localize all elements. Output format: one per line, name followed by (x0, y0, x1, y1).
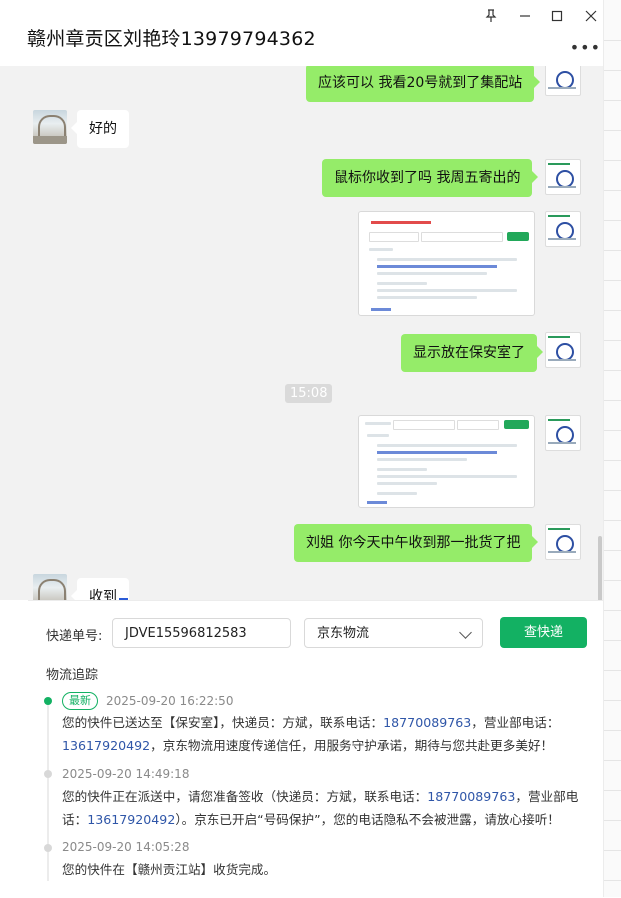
carrier-select-value: 京东物流 (317, 626, 370, 641)
minimize-icon[interactable] (514, 8, 536, 30)
section-title: 物流追踪 (46, 668, 99, 683)
chevron-down-icon (459, 626, 472, 639)
avatar[interactable] (33, 574, 67, 600)
message-bubble[interactable]: 收到 (71, 578, 129, 600)
message-list[interactable]: 应该可以 我看20号就到了集配站 好的 鼠标你收到了吗 我周五寄出的 显示放在保… (0, 66, 603, 600)
maximize-icon[interactable] (546, 8, 568, 30)
avatar[interactable] (545, 66, 581, 96)
close-icon[interactable] (580, 8, 602, 30)
avatar[interactable] (545, 159, 581, 195)
time-separator: 15:08 (285, 384, 333, 403)
event-text: 您的快件在【赣州贡江站】收货完成。 (62, 862, 277, 877)
avatar[interactable] (33, 110, 67, 144)
message-bubble[interactable]: 应该可以 我看20号就到了集配站 (306, 66, 541, 102)
timeline-line (47, 701, 49, 881)
carrier-select[interactable]: 京东物流 (304, 618, 483, 648)
timeline-dot (44, 844, 52, 852)
image-message[interactable] (358, 211, 535, 316)
event-text: 您的快件正在派送中，请您准备签收（快递员：方斌，联系电话：18770089763… (62, 789, 579, 827)
message-bubble[interactable]: 刘姐 你今天中午收到那一批货了把 (294, 524, 539, 562)
event-time: 2025-09-20 16:22:50 (106, 694, 234, 708)
tracking-number-label: 快递单号: (46, 629, 103, 644)
message-bubble[interactable]: 好的 (71, 110, 129, 148)
image-message[interactable] (358, 415, 535, 508)
side-strip (603, 0, 621, 897)
chat-title: 赣州章贡区刘艳玲13979794362 (27, 28, 316, 50)
title-bar: 赣州章贡区刘艳玲13979794362 ••• (0, 0, 621, 67)
message-bubble[interactable]: 显示放在保安室了 (401, 334, 543, 372)
chat-scrollbar[interactable] (598, 536, 602, 600)
chat-window: 赣州章贡区刘艳玲13979794362 ••• 应该可以 我看20号就到了集配站… (0, 0, 621, 898)
event-time: 2025-09-20 14:05:28 (62, 840, 190, 854)
avatar[interactable] (545, 332, 581, 368)
timeline-dot (44, 770, 52, 778)
timeline-dot-active (44, 697, 52, 705)
event-time: 2025-09-20 14:49:18 (62, 767, 190, 781)
avatar[interactable] (545, 211, 581, 247)
pin-icon[interactable] (480, 8, 502, 30)
tracking-number-input[interactable]: JDVE15596812583 (112, 618, 291, 648)
more-icon[interactable]: ••• (570, 38, 601, 57)
latest-badge: 最新 (62, 692, 98, 710)
tracking-panel: 快递单号: JDVE15596812583 京东物流 查快递 物流追踪 最新 2… (28, 600, 603, 898)
event-text: 您的快件已送达至【保安室】，快递员：方斌，联系电话：18770089763，营业… (62, 715, 560, 753)
avatar[interactable] (545, 415, 581, 451)
avatar[interactable] (545, 524, 581, 560)
query-button[interactable]: 查快递 (500, 617, 587, 648)
message-bubble[interactable]: 鼠标你收到了吗 我周五寄出的 (322, 159, 539, 197)
